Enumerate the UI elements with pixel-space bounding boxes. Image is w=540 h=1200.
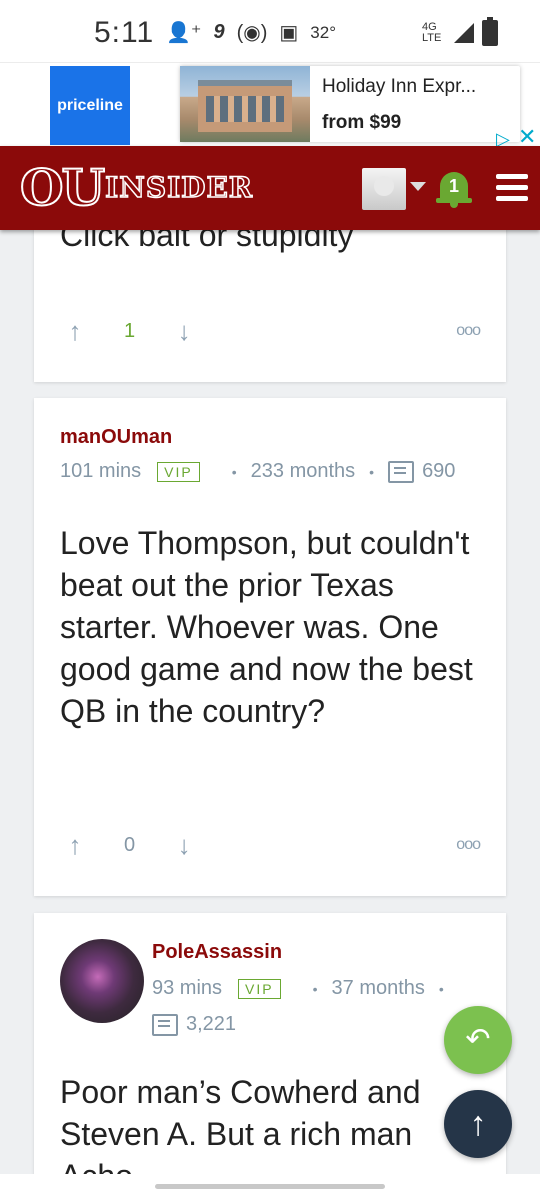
chevron-down-icon[interactable] [410, 182, 426, 191]
comment-count-icon [388, 460, 415, 483]
vote-count: 0 [124, 833, 136, 856]
vote-count: 1 [124, 319, 136, 342]
comment-time: 93 mins [152, 977, 223, 999]
post-count: 3,221 [186, 1013, 237, 1035]
more-options-icon[interactable]: ooo [456, 322, 481, 340]
site-header: OU INSIDER 1 [0, 146, 540, 230]
system-nav-bar [0, 1174, 540, 1200]
status-icons: 👤⁺ 9 (◉) ▣ 32° [166, 20, 336, 45]
site-logo[interactable]: OU INSIDER [19, 158, 254, 217]
battery-icon [482, 17, 498, 46]
vip-badge: VIP [238, 978, 281, 999]
comment-text: Love Thompson, but couldn't beat out the… [60, 525, 473, 729]
radio-icon: (◉) [236, 22, 268, 44]
upvote-arrow-icon[interactable]: ↑ [60, 830, 90, 861]
post-count: 690 [422, 460, 456, 482]
comment-meta: 101 mins VIP • 233 months • 690 [60, 460, 455, 483]
notification-count: 1 [448, 176, 459, 196]
upvote-arrow-icon[interactable]: ↑ [60, 316, 90, 347]
network-label: 4G LTE [422, 21, 442, 44]
separator-dot: • [369, 463, 375, 480]
vote-row: ↑ 1 ↓ ooo [60, 316, 481, 347]
comment-time: 101 mins [60, 460, 142, 482]
image-icon: ▣ [279, 22, 299, 44]
reply-icon: ↶ [465, 1023, 491, 1056]
signal-icon [454, 23, 474, 43]
ad-price[interactable]: from $99 [322, 112, 401, 134]
member-tenure: 233 months [250, 460, 356, 482]
comment-meta-posts: 3,221 [152, 1013, 236, 1036]
separator-dot: • [312, 980, 318, 997]
reply-button[interactable]: ↶ [444, 1006, 512, 1074]
vip-badge: VIP [157, 461, 200, 482]
status-right: 4G LTE [422, 17, 498, 46]
ad-title[interactable]: Holiday Inn Expr... [322, 76, 476, 98]
arrow-up-icon: ↑ [469, 1105, 487, 1143]
ad-hotel-image [180, 66, 310, 142]
logo-ou: OU [19, 158, 106, 217]
logo-insider: INSIDER [104, 170, 254, 205]
status-bar: 5:11 👤⁺ 9 (◉) ▣ 32° 4G LTE [0, 0, 540, 62]
home-gesture-pill[interactable] [155, 1184, 385, 1189]
ad-banner[interactable]: priceline Holiday Inn Expr... from $99 ▷… [0, 62, 540, 149]
separator-dot: • [438, 980, 444, 997]
comment-card: PoleAssassin 93 mins VIP • 37 months • 3… [34, 913, 506, 1183]
more-options-icon[interactable]: ooo [456, 836, 481, 854]
user-avatar-button[interactable] [362, 168, 406, 210]
status-time: 5:11 [94, 16, 155, 49]
comment-card: manOUman 101 mins VIP • 233 months • 690… [34, 398, 506, 896]
comment-count-icon [152, 1013, 178, 1036]
downvote-arrow-icon[interactable]: ↓ [169, 316, 199, 347]
app-icon: 9 [213, 21, 225, 43]
vote-row: ↑ 0 ↓ ooo [60, 830, 481, 861]
comment-meta: 93 mins VIP • 37 months • [152, 977, 458, 1000]
temperature: 32° [310, 22, 336, 42]
downvote-arrow-icon[interactable]: ↓ [169, 830, 199, 861]
ad-card[interactable]: Holiday Inn Expr... from $99 [180, 66, 520, 142]
comment-username[interactable]: PoleAssassin [152, 941, 282, 964]
user-avatar[interactable] [60, 939, 144, 1023]
comment-username[interactable]: manOUman [60, 426, 172, 449]
notification-bell-icon[interactable]: 1 [436, 168, 472, 208]
add-contact-icon: 👤⁺ [166, 22, 202, 44]
separator-dot: • [231, 463, 237, 480]
scroll-to-top-button[interactable]: ↑ [444, 1090, 512, 1158]
member-tenure: 37 months [331, 977, 425, 999]
comment-text: Poor man’s Cowherd and Steven A. But a r… [60, 1074, 421, 1183]
hamburger-menu-icon[interactable] [496, 174, 528, 202]
ad-brand-logo[interactable]: priceline [50, 66, 130, 145]
